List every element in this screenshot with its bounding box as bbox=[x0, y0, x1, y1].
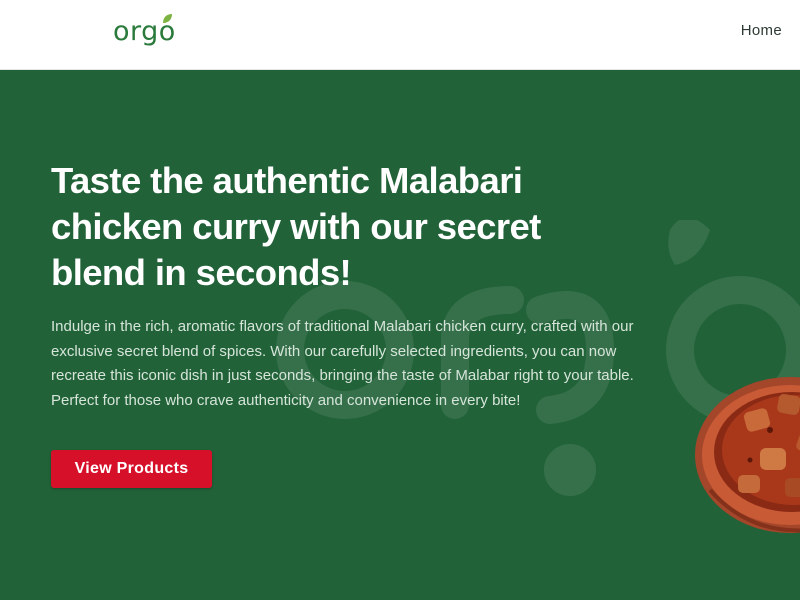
hero-section: Taste the authentic Malabari chicken cur… bbox=[0, 70, 800, 600]
curry-bowl-image bbox=[695, 377, 800, 533]
site-header: orgo Home bbox=[0, 0, 800, 70]
nav-home-link[interactable]: Home bbox=[741, 22, 782, 39]
hero-description: Indulge in the rich, aromatic flavors of… bbox=[51, 318, 634, 409]
leaf-icon bbox=[163, 14, 172, 23]
orgo-logo[interactable]: orgo bbox=[113, 12, 176, 48]
hero-title: Taste the authentic Malabari chicken cur… bbox=[51, 160, 541, 293]
view-products-button[interactable]: View Products bbox=[51, 450, 212, 488]
